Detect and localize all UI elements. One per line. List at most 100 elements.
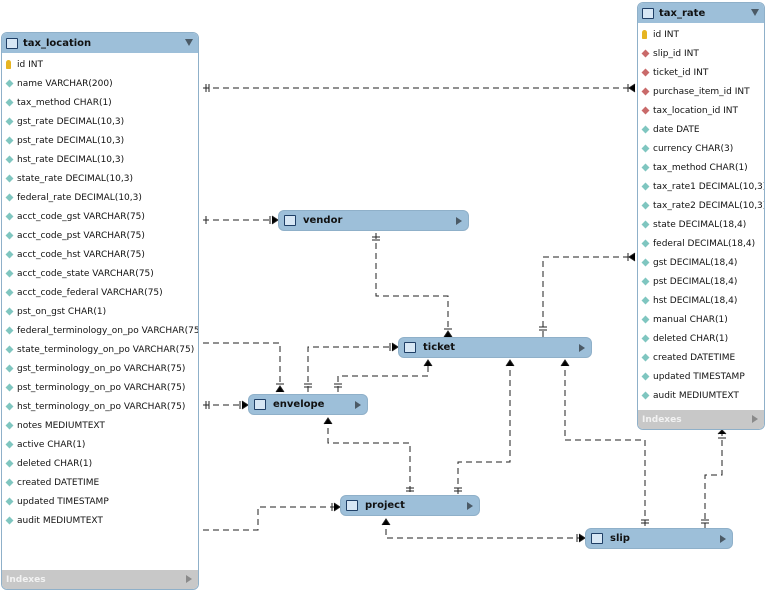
column-label: acct_code_hst VARCHAR(75) bbox=[17, 249, 145, 260]
column-label: notes MEDIUMTEXT bbox=[17, 420, 105, 431]
column-row[interactable]: state_rate DECIMAL(10,3) bbox=[2, 169, 198, 188]
column-row[interactable]: pst_rate DECIMAL(10,3) bbox=[2, 131, 198, 150]
column-row[interactable]: deleted CHAR(1) bbox=[638, 329, 764, 348]
column-row[interactable]: deleted CHAR(1) bbox=[2, 454, 198, 473]
column-row[interactable]: currency CHAR(3) bbox=[638, 139, 764, 158]
key-icon bbox=[6, 60, 11, 69]
column-label: date DATE bbox=[653, 124, 700, 135]
column-row[interactable]: purchase_item_id INT bbox=[638, 82, 764, 101]
column-row[interactable]: date DATE bbox=[638, 120, 764, 139]
chevron-right-icon[interactable] bbox=[355, 401, 361, 409]
column-row[interactable]: gst_rate DECIMAL(10,3) bbox=[2, 112, 198, 131]
entity-slip[interactable]: slip bbox=[585, 528, 733, 549]
chevron-right-icon[interactable] bbox=[186, 575, 192, 583]
column-row[interactable]: acct_code_hst VARCHAR(75) bbox=[2, 245, 198, 264]
indexes-bar-tax_rate[interactable]: Indexes bbox=[638, 410, 764, 429]
column-row[interactable]: federal_terminology_on_po VARCHAR(75) bbox=[2, 321, 198, 340]
column-row[interactable]: state_terminology_on_po VARCHAR(75) bbox=[2, 340, 198, 359]
entity-project[interactable]: project bbox=[340, 495, 480, 516]
chevron-right-icon[interactable] bbox=[467, 502, 473, 510]
column-diamond-icon bbox=[5, 478, 14, 487]
column-row[interactable]: hst_rate DECIMAL(10,3) bbox=[2, 150, 198, 169]
table-tax_location[interactable]: tax_location id INT name VARCHAR(200) tax_… bbox=[1, 32, 199, 590]
indexes-bar-tax_location[interactable]: Indexes bbox=[2, 570, 198, 589]
column-diamond-icon bbox=[641, 125, 650, 134]
entity-title-vendor: vendor bbox=[303, 215, 343, 226]
column-row[interactable]: hst DECIMAL(18,4) bbox=[638, 291, 764, 310]
column-row[interactable]: federal DECIMAL(18,4) bbox=[638, 234, 764, 253]
entity-title-slip: slip bbox=[610, 533, 630, 544]
column-row[interactable]: pst DECIMAL(18,4) bbox=[638, 272, 764, 291]
column-row[interactable]: tax_rate1 DECIMAL(10,3) bbox=[638, 177, 764, 196]
column-list-tax_rate: id INT slip_id INT ticket_id INT purchase_i… bbox=[638, 23, 764, 405]
column-diamond-icon bbox=[641, 296, 650, 305]
column-row[interactable]: acct_code_gst VARCHAR(75) bbox=[2, 207, 198, 226]
column-row[interactable]: tax_method CHAR(1) bbox=[638, 158, 764, 177]
column-diamond-icon bbox=[5, 440, 14, 449]
entity-envelope[interactable]: envelope bbox=[248, 394, 368, 415]
chevron-right-icon[interactable] bbox=[752, 415, 758, 423]
column-row[interactable]: tax_rate2 DECIMAL(10,3) bbox=[638, 196, 764, 215]
column-row[interactable]: manual CHAR(1) bbox=[638, 310, 764, 329]
column-row[interactable]: acct_code_federal VARCHAR(75) bbox=[2, 283, 198, 302]
column-row[interactable]: updated TIMESTAMP bbox=[638, 367, 764, 386]
column-label: currency CHAR(3) bbox=[653, 143, 734, 154]
rel-ticket-project bbox=[457, 360, 511, 495]
table-tax_rate[interactable]: tax_rate id INT slip_id INT ticket_id INT p… bbox=[637, 2, 765, 430]
column-diamond-icon bbox=[5, 402, 14, 411]
table-header-tax_location[interactable]: tax_location bbox=[2, 33, 198, 53]
column-row[interactable]: created DATETIME bbox=[2, 473, 198, 492]
column-row[interactable]: id INT bbox=[638, 25, 764, 44]
column-label: tax_rate2 DECIMAL(10,3) bbox=[653, 200, 765, 211]
column-diamond-icon bbox=[641, 372, 650, 381]
entity-vendor[interactable]: vendor bbox=[278, 210, 469, 231]
column-row[interactable]: federal_rate DECIMAL(10,3) bbox=[2, 188, 198, 207]
column-row[interactable]: slip_id INT bbox=[638, 44, 764, 63]
foreign-key-diamond-icon bbox=[641, 68, 650, 77]
column-row[interactable]: pst_terminology_on_po VARCHAR(75) bbox=[2, 378, 198, 397]
column-row[interactable]: audit MEDIUMTEXT bbox=[2, 511, 198, 530]
column-diamond-icon bbox=[641, 277, 650, 286]
chevron-right-icon[interactable] bbox=[720, 535, 726, 543]
column-row[interactable]: active CHAR(1) bbox=[2, 435, 198, 454]
table-icon bbox=[284, 215, 296, 226]
column-diamond-icon bbox=[5, 307, 14, 316]
column-row[interactable]: ticket_id INT bbox=[638, 63, 764, 82]
column-row[interactable]: state DECIMAL(18,4) bbox=[638, 215, 764, 234]
chevron-right-icon[interactable] bbox=[456, 217, 462, 225]
column-row[interactable]: id INT bbox=[2, 55, 198, 74]
column-label: hst_terminology_on_po VARCHAR(75) bbox=[17, 401, 186, 412]
column-diamond-icon bbox=[5, 117, 14, 126]
column-row[interactable]: hst_terminology_on_po VARCHAR(75) bbox=[2, 397, 198, 416]
column-label: federal DECIMAL(18,4) bbox=[653, 238, 756, 249]
chevron-down-icon[interactable] bbox=[185, 39, 193, 46]
column-diamond-icon bbox=[5, 250, 14, 259]
column-row[interactable]: tax_method CHAR(1) bbox=[2, 93, 198, 112]
column-row[interactable]: notes MEDIUMTEXT bbox=[2, 416, 198, 435]
table-header-tax_rate[interactable]: tax_rate bbox=[638, 3, 764, 23]
column-row[interactable]: acct_code_pst VARCHAR(75) bbox=[2, 226, 198, 245]
column-label: tax_method CHAR(1) bbox=[17, 97, 112, 108]
entity-ticket[interactable]: ticket bbox=[398, 337, 592, 358]
chevron-right-icon[interactable] bbox=[579, 344, 585, 352]
column-row[interactable]: gst_terminology_on_po VARCHAR(75) bbox=[2, 359, 198, 378]
chevron-down-icon[interactable] bbox=[751, 9, 759, 16]
key-icon bbox=[642, 30, 647, 39]
column-row[interactable]: created DATETIME bbox=[638, 348, 764, 367]
column-row[interactable]: tax_location_id INT bbox=[638, 101, 764, 120]
column-label: ticket_id INT bbox=[653, 67, 709, 78]
column-label: gst_rate DECIMAL(10,3) bbox=[17, 116, 125, 127]
column-row[interactable]: pst_on_gst CHAR(1) bbox=[2, 302, 198, 321]
rel-envelope-ticket bbox=[307, 346, 398, 392]
column-diamond-icon bbox=[5, 231, 14, 240]
column-row[interactable]: acct_code_state VARCHAR(75) bbox=[2, 264, 198, 283]
column-label: deleted CHAR(1) bbox=[653, 333, 729, 344]
column-diamond-icon bbox=[5, 212, 14, 221]
column-row[interactable]: updated TIMESTAMP bbox=[2, 492, 198, 511]
column-diamond-icon bbox=[5, 497, 14, 506]
column-row[interactable]: name VARCHAR(200) bbox=[2, 74, 198, 93]
column-row[interactable]: gst DECIMAL(18,4) bbox=[638, 253, 764, 272]
column-diamond-icon bbox=[641, 391, 650, 400]
column-row[interactable]: audit MEDIUMTEXT bbox=[638, 386, 764, 405]
column-label: acct_code_federal VARCHAR(75) bbox=[17, 287, 163, 298]
